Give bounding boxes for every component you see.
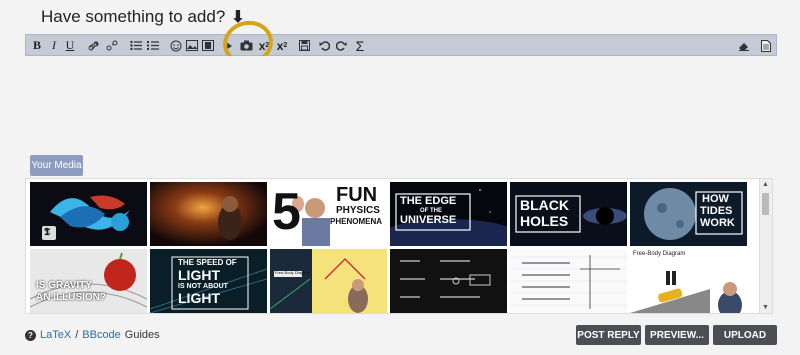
- your-media-label: Your Media: [31, 160, 82, 171]
- gallery-scrollbar[interactable]: ▲ ▼: [759, 179, 772, 313]
- thumb-title-line1: HOW: [702, 193, 729, 205]
- upload-label: UPLOAD: [723, 329, 767, 341]
- upload-button[interactable]: UPLOAD: [713, 325, 777, 345]
- undo-button[interactable]: [318, 37, 330, 54]
- link-icon: [88, 40, 100, 52]
- video-button[interactable]: [202, 37, 214, 54]
- latex-link[interactable]: LaTeX: [40, 329, 71, 341]
- your-media-button[interactable]: Your Media: [30, 155, 83, 176]
- video-thumbnail[interactable]: Free-Body Diagram: [270, 249, 387, 313]
- redo-icon: [335, 40, 347, 51]
- video-thumbnail[interactable]: BLACK HOLES: [510, 182, 627, 246]
- link-separator: /: [75, 329, 79, 341]
- video-thumbnail[interactable]: THE EDGE OF THE UNIVERSE: [390, 182, 507, 246]
- document-icon: [761, 39, 771, 52]
- emoji-button[interactable]: [170, 37, 182, 54]
- image-button[interactable]: [186, 37, 198, 54]
- post-reply-button[interactable]: POST REPLY: [576, 325, 641, 345]
- save-button[interactable]: [298, 37, 310, 54]
- unlink-icon: [106, 40, 118, 52]
- video-thumbnail[interactable]: [150, 182, 267, 246]
- superscript-small: 2: [283, 42, 288, 49]
- thumb-title-line2: AN ILLUSION?: [36, 292, 106, 303]
- editor-toolbar: B I U x2 x2 Σ: [25, 34, 777, 56]
- thumb-big-number: 5: [272, 183, 301, 241]
- thumb-title-line1: IS GRAVITY: [36, 280, 92, 291]
- thumb-title-line2: PHYSICS: [336, 205, 380, 216]
- thumb-title-line1: FUN: [336, 184, 378, 206]
- thumb-title-line3: WORK: [700, 217, 735, 229]
- thumb-title-line3: PHENOMENA: [330, 217, 383, 226]
- bold-label: B: [32, 38, 41, 52]
- media-gallery: 𝕿 5 FUN PHYSICS PHENOMENA THE EDGE OF TH…: [25, 178, 773, 314]
- guides-label: Guides: [124, 329, 160, 341]
- thumb-title-line2: TIDES: [700, 205, 733, 217]
- underline-label: U: [65, 38, 75, 52]
- help-icon: ?: [25, 329, 36, 341]
- underline-button[interactable]: U: [64, 37, 76, 54]
- preview-label: PREVIEW...: [650, 329, 704, 341]
- thumb-title-line1: THE EDGE: [400, 195, 457, 207]
- post-reply-label: POST REPLY: [577, 329, 640, 341]
- thumb-title-line2: HOLES: [520, 213, 569, 229]
- film-icon: [202, 40, 214, 51]
- message-editor[interactable]: [25, 56, 777, 152]
- unlink-button[interactable]: [106, 37, 118, 54]
- thumb-title-line3: UNIVERSE: [400, 214, 457, 226]
- bbcode-link[interactable]: BBcode: [82, 329, 121, 341]
- thumb-title-line1: THE SPEED OF: [178, 258, 237, 267]
- redo-button[interactable]: [335, 37, 347, 54]
- video-thumbnail[interactable]: HOW TIDES WORK: [630, 182, 747, 246]
- video-thumbnail[interactable]: 𝕿: [30, 182, 147, 246]
- video-thumbnail[interactable]: [390, 249, 507, 313]
- thumb-title-line4: LIGHT: [178, 290, 220, 306]
- undo-icon: [319, 40, 330, 51]
- video-thumbnail[interactable]: 5 FUN PHYSICS PHENOMENA: [270, 182, 387, 246]
- formula-button[interactable]: Σ: [354, 37, 366, 54]
- scrollbar-thumb[interactable]: [762, 193, 769, 215]
- link-button[interactable]: [88, 37, 100, 54]
- italic-button[interactable]: I: [48, 37, 60, 54]
- smiley-icon: [170, 40, 182, 52]
- italic-label: I: [52, 38, 56, 52]
- reply-heading: Have something to add? ⬇: [41, 7, 245, 27]
- bold-button[interactable]: B: [31, 37, 43, 54]
- floppy-icon: [298, 40, 310, 51]
- nyt-logo-icon: 𝕿: [44, 227, 51, 238]
- image-icon: [186, 40, 198, 51]
- thumb-caption: Free-Body Diagram: [275, 270, 310, 275]
- source-button[interactable]: [760, 37, 772, 54]
- scroll-down-icon[interactable]: ▼: [762, 304, 769, 311]
- video-thumbnail[interactable]: Free-Body Diagram: [630, 249, 747, 313]
- bullet-list-button[interactable]: [130, 37, 142, 54]
- reply-heading-text: Have something to add?: [41, 7, 226, 26]
- video-thumbnail[interactable]: THE SPEED OF LIGHT IS NOT ABOUT LIGHT: [150, 249, 267, 313]
- thumb-caption: Free-Body Diagram: [633, 251, 686, 257]
- thumb-title-line1: BLACK: [520, 197, 569, 213]
- bullet-list-icon: [130, 40, 142, 51]
- superscript-button[interactable]: x2: [276, 37, 288, 54]
- numbered-list-button[interactable]: [147, 37, 159, 54]
- preview-button[interactable]: PREVIEW...: [645, 325, 709, 345]
- clear-formatting-button[interactable]: [738, 37, 750, 54]
- numbered-list-icon: [147, 40, 159, 51]
- video-thumbnail[interactable]: [510, 249, 627, 313]
- superscript-label: x: [276, 38, 284, 53]
- sigma-icon: Σ: [355, 37, 365, 54]
- scroll-up-icon[interactable]: ▲: [762, 181, 769, 188]
- video-thumbnail[interactable]: IS GRAVITY AN ILLUSION?: [30, 249, 147, 313]
- eraser-icon: [738, 41, 750, 51]
- guides-link-group: ? LaTeX / BBcode Guides: [25, 329, 160, 341]
- thumb-title-line2: LIGHT: [178, 267, 220, 283]
